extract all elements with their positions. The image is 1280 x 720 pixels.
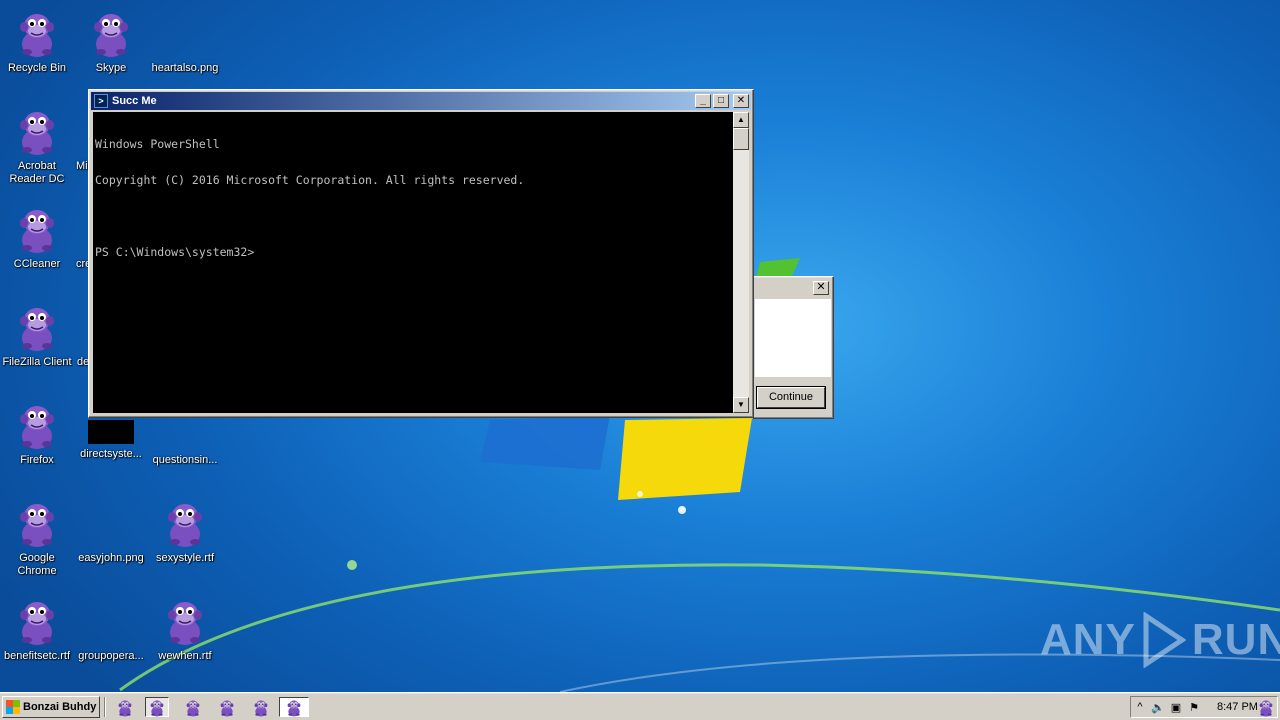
- start-button[interactable]: Bonzai Buhdy: [2, 696, 100, 718]
- desktop-icon-partial-cre[interactable]: cre: [52, 204, 92, 271]
- maximize-button[interactable]: □: [713, 94, 729, 108]
- quicklaunch-bonzi-icon[interactable]: [181, 697, 205, 717]
- desktop-icon-wewhen[interactable]: wewhen.rtf: [148, 596, 222, 663]
- desktop-icon-label: Recycle Bin: [7, 62, 67, 74]
- bonzi-gorilla-icon: [13, 400, 61, 450]
- quicklaunch-bonzi-icon[interactable]: [113, 697, 137, 717]
- bonzi-gorilla-icon: [13, 498, 61, 548]
- start-label: Bonzai Buhdy: [23, 701, 97, 713]
- desktop-icon-label: easyjohn.png: [78, 552, 144, 564]
- scroll-up-icon[interactable]: ▲: [733, 112, 749, 128]
- continue-button[interactable]: Continue: [757, 387, 825, 408]
- console-line: Copyright (C) 2016 Microsoft Corporation…: [95, 173, 525, 187]
- desktop-icon-recycle-bin[interactable]: Recycle Bin: [0, 8, 74, 75]
- network-icon[interactable]: ▣: [1167, 701, 1185, 714]
- powershell-icon: >: [94, 94, 108, 108]
- desktop-icon-heartalso[interactable]: heartalso.png: [148, 8, 222, 75]
- desktop-icon-label: benefitsetc.rtf: [3, 650, 71, 662]
- desktop-icon-label: Skype: [95, 62, 127, 74]
- tray-bonzi-icon[interactable]: [1257, 698, 1275, 720]
- windows-logo-icon: [6, 700, 20, 714]
- desktop-icon-firefox[interactable]: Firefox: [0, 400, 74, 467]
- show-hidden-icons-icon[interactable]: ^: [1131, 701, 1149, 713]
- dialog-close-button[interactable]: ✕: [813, 281, 829, 295]
- desktop-icon-label: questionsin...: [152, 454, 218, 466]
- bonzi-gorilla-icon: [87, 8, 135, 58]
- window-titlebar[interactable]: > Succ Me _ □ ✕: [91, 92, 751, 110]
- bonzi-gorilla-icon: [161, 498, 209, 548]
- desktop-icon-chrome[interactable]: Google Chrome: [0, 498, 74, 578]
- clock[interactable]: 8:47 PM: [1217, 701, 1258, 713]
- anyrun-watermark: ANY RUN: [1040, 612, 1280, 668]
- bonzi-gorilla-icon: [13, 596, 61, 646]
- desktop-icon-label: wewhen.rtf: [158, 650, 212, 662]
- bonzi-gorilla-icon: [161, 596, 209, 646]
- close-button[interactable]: ✕: [733, 94, 749, 108]
- desktop-icon-label: Google Chrome: [17, 552, 57, 577]
- flag-icon[interactable]: ⚑: [1185, 701, 1203, 714]
- message-dialog: ✕ Continue: [752, 276, 834, 419]
- desktop-icon-label: sexystyle.rtf: [155, 552, 215, 564]
- black-thumbnail-icon: [88, 420, 134, 444]
- bonzi-gorilla-icon: [13, 8, 61, 58]
- dialog-body: [755, 299, 831, 377]
- watermark-text-left: ANY: [1040, 615, 1136, 664]
- desktop-icon-groupopera[interactable]: groupopera...: [74, 596, 148, 663]
- desktop-icon-benefitsetc[interactable]: benefitsetc.rtf: [0, 596, 74, 663]
- console-output[interactable]: Windows PowerShell Copyright (C) 2016 Mi…: [93, 112, 733, 413]
- desktop-icon-sexystyle[interactable]: sexystyle.rtf: [148, 498, 222, 565]
- powershell-window: > Succ Me _ □ ✕ Windows PowerShell Copyr…: [88, 89, 754, 418]
- console-line: Windows PowerShell: [95, 137, 220, 151]
- desktop-icon-label: directsyste...: [80, 448, 142, 460]
- quicklaunch-bonzi-icon[interactable]: [249, 697, 273, 717]
- scroll-thumb[interactable]: [733, 128, 749, 150]
- scroll-down-icon[interactable]: ▼: [733, 397, 749, 413]
- desktop-icon-partial-de[interactable]: de: [53, 302, 93, 369]
- dialog-titlebar[interactable]: ✕: [755, 279, 831, 297]
- volume-icon[interactable]: 🔈: [1149, 701, 1167, 714]
- desktop-icon-easyjohn[interactable]: easyjohn.png: [74, 498, 148, 565]
- vertical-scrollbar[interactable]: ▲ ▼: [733, 112, 749, 413]
- desktop-icon-label: groupopera...: [78, 650, 144, 662]
- console-prompt: PS C:\Windows\system32>: [95, 245, 255, 259]
- taskbar: Bonzai Buhdy ^ 🔈 ▣ ⚑ 8:47 PM: [0, 692, 1280, 720]
- minimize-button[interactable]: _: [695, 94, 711, 108]
- play-logo-icon: [1143, 612, 1186, 668]
- quicklaunch-bonzi-icon[interactable]: [145, 697, 169, 717]
- desktop-icon-partial-mi[interactable]: Mi: [52, 106, 92, 173]
- taskbar-active-button[interactable]: [279, 697, 309, 717]
- window-title: Succ Me: [112, 95, 157, 107]
- desktop-icon-label: heartalso.png: [151, 62, 219, 74]
- quicklaunch-bonzi-icon[interactable]: [215, 697, 239, 717]
- watermark-text-right: RUN: [1191, 615, 1280, 664]
- system-tray: ^ 🔈 ▣ ⚑ 8:47 PM: [1130, 696, 1278, 718]
- desktop-icon-skype[interactable]: Skype: [74, 8, 148, 75]
- taskbar-separator: [104, 697, 106, 717]
- desktop-icon-label: Firefox: [20, 454, 54, 466]
